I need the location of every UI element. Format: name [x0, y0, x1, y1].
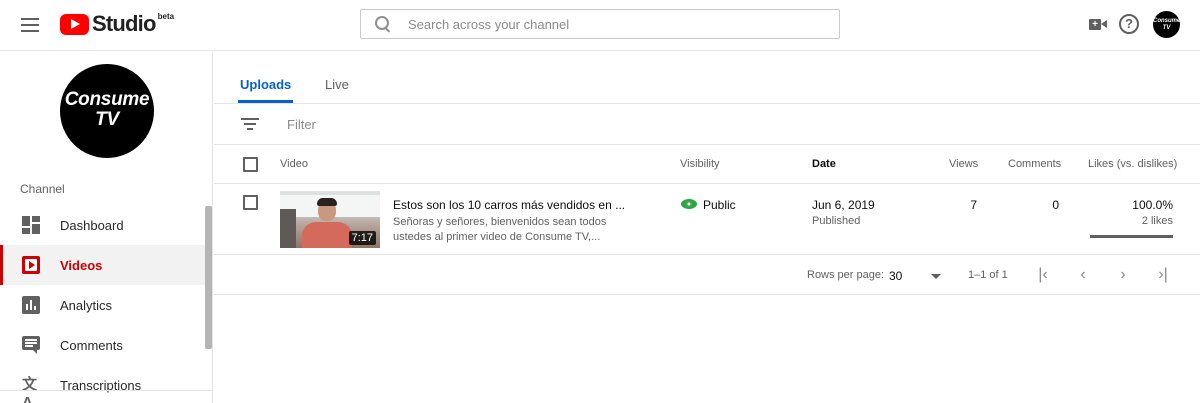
video-views: 7 [970, 198, 977, 212]
video-description: Señoras y señores, bienvenidos sean todo… [393, 216, 607, 243]
pagination-bar: Rows per page: 30 1–1 of 1 |‹ ‹ › ›| [214, 256, 1200, 295]
video-title[interactable]: Estos son los 10 carros más vendidos en … [393, 198, 625, 212]
column-header-views[interactable]: Views [949, 158, 978, 170]
column-header-video: Video [280, 158, 308, 170]
video-date-status: Published [812, 215, 861, 227]
filter-bar [214, 105, 1200, 145]
previous-page-icon[interactable]: ‹ [1074, 266, 1092, 284]
tab-uploads[interactable]: Uploads [237, 77, 294, 103]
transcriptions-icon: 文A [22, 376, 38, 403]
create-video-icon[interactable]: + [1087, 13, 1109, 35]
content-tabs: Uploads Live [214, 52, 1200, 104]
sidebar-item-label: Analytics [60, 298, 113, 313]
account-avatar[interactable]: Consume TV [1153, 11, 1180, 38]
filter-input[interactable] [287, 117, 587, 132]
likes-ratio-fill [1090, 235, 1173, 238]
search-icon[interactable] [374, 15, 392, 33]
caret-down-icon [931, 274, 941, 279]
first-page-icon[interactable]: |‹ [1034, 266, 1052, 284]
row-checkbox[interactable] [243, 195, 258, 210]
sidebar-item-label: Comments [60, 338, 123, 353]
studio-logo[interactable]: Studio beta [60, 11, 175, 36]
table-row[interactable]: 7:17 Estos son los 10 carros más vendido… [214, 185, 1200, 255]
video-duration: 7:17 [348, 231, 376, 245]
sidebar-item-analytics[interactable]: Analytics [0, 285, 206, 325]
dashboard-icon [22, 216, 40, 234]
beta-badge: beta [157, 11, 175, 21]
select-all-checkbox[interactable] [243, 157, 258, 172]
channel-avatar-line2: TV [95, 109, 119, 130]
top-bar: Studio beta + ? Consume TV [0, 0, 1200, 51]
logo-text: Studio [92, 11, 156, 36]
search-box[interactable] [360, 9, 840, 39]
likes-ratio-bar [1090, 235, 1173, 238]
video-date: Jun 6, 2019 [812, 198, 875, 212]
sidebar-item-comments[interactable]: Comments [0, 325, 206, 365]
next-page-icon[interactable]: › [1114, 266, 1132, 284]
video-likes-count: 2 likes [1141, 215, 1173, 227]
videos-icon [22, 256, 40, 274]
table-header: Video Visibility Date Views Comments Lik… [214, 146, 1200, 184]
menu-icon[interactable] [19, 14, 41, 36]
rows-per-page-select[interactable]: 30 [889, 267, 941, 285]
video-comments: 0 [1052, 198, 1059, 212]
tab-live[interactable]: Live [325, 77, 349, 92]
eye-icon [681, 199, 697, 209]
visibility-value[interactable]: Public [703, 198, 736, 212]
channel-avatar[interactable]: Consume TV [60, 64, 154, 158]
column-header-date[interactable]: Date [812, 158, 836, 170]
search-input[interactable] [408, 16, 808, 32]
youtube-play-icon [60, 13, 89, 35]
channel-section-label: Channel [20, 182, 65, 196]
rows-per-page-label: Rows per page: [807, 269, 885, 281]
sidebar-item-transcriptions[interactable]: 文A Transcriptions [0, 365, 206, 403]
sidebar: Consume TV Channel Dashboard Videos Anal… [0, 52, 213, 403]
sidebar-item-label: Dashboard [60, 218, 124, 233]
help-icon[interactable]: ? [1119, 14, 1139, 34]
last-page-icon[interactable]: ›| [1154, 266, 1172, 284]
column-header-visibility[interactable]: Visibility [680, 158, 720, 170]
rows-per-page-value: 30 [889, 269, 903, 283]
filter-icon[interactable] [241, 118, 259, 132]
column-header-likes[interactable]: Likes (vs. dislikes) [1088, 158, 1177, 170]
sidebar-item-label: Videos [60, 258, 103, 273]
sidebar-divider [0, 390, 212, 391]
video-likes-percent: 100.0% [1132, 198, 1173, 212]
channel-avatar-line1: Consume [64, 89, 150, 110]
sidebar-scrollbar[interactable] [205, 206, 212, 349]
page-range: 1–1 of 1 [968, 269, 1008, 281]
comments-icon [22, 336, 40, 354]
sidebar-item-videos[interactable]: Videos [0, 245, 206, 285]
analytics-icon [22, 296, 40, 314]
sidebar-item-dashboard[interactable]: Dashboard [0, 205, 206, 245]
video-thumbnail[interactable]: 7:17 [280, 191, 380, 248]
main-content: Uploads Live Video Visibility Date Views… [214, 52, 1200, 403]
account-avatar-text: Consume TV [1153, 18, 1181, 31]
column-header-comments[interactable]: Comments [1008, 158, 1061, 170]
